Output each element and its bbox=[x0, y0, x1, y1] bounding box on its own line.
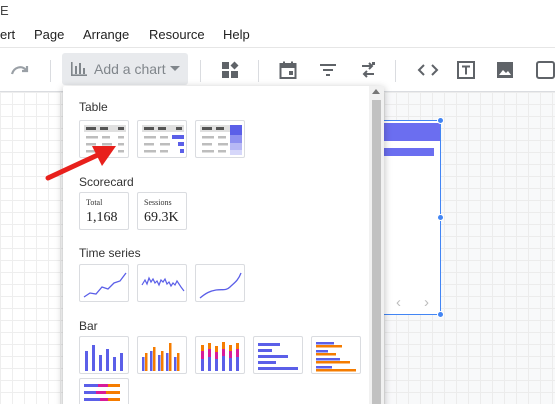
redo-icon bbox=[10, 66, 29, 75]
section-title-bar: Bar bbox=[79, 319, 98, 333]
code-icon bbox=[417, 64, 439, 76]
grouped-bar-thumbnail-icon bbox=[316, 342, 356, 372]
chart-option-stacked-column[interactable] bbox=[195, 336, 245, 374]
toolbar-divider bbox=[200, 60, 201, 82]
title-partial-text: E bbox=[0, 3, 9, 18]
resize-handle[interactable] bbox=[437, 117, 444, 124]
controls-icon bbox=[222, 61, 239, 78]
toolbar-divider bbox=[258, 60, 259, 82]
text-box-icon bbox=[457, 61, 475, 79]
chart-option-sparkline[interactable] bbox=[137, 264, 187, 302]
menu-page[interactable]: Page bbox=[34, 27, 64, 42]
toolbar-divider bbox=[395, 60, 396, 82]
scroll-up-icon[interactable] bbox=[372, 89, 380, 94]
date-range-button[interactable] bbox=[275, 56, 301, 84]
page-next-icon[interactable]: › bbox=[424, 294, 429, 311]
toolbar-divider bbox=[50, 60, 51, 82]
horizontal-bar-thumbnail-icon bbox=[258, 343, 298, 370]
section-title-table: Table bbox=[79, 100, 108, 114]
menu-arrange[interactable]: Arrange bbox=[83, 27, 129, 42]
sparkline-thumbnail-icon bbox=[141, 276, 185, 292]
stacked-bar-thumbnail-icon bbox=[84, 384, 120, 401]
add-control-button[interactable] bbox=[217, 56, 243, 84]
title-strip: E bbox=[0, 0, 555, 20]
chart-option-grouped-column[interactable] bbox=[137, 336, 187, 374]
menu-insert[interactable]: ert bbox=[0, 27, 15, 42]
chart-option-horizontal-bar[interactable] bbox=[253, 336, 303, 374]
redo-button[interactable] bbox=[6, 56, 34, 84]
scorecard-value: 69.3K bbox=[144, 210, 179, 225]
sort-arrows-icon bbox=[362, 62, 375, 78]
scorecard-value: 1,168 bbox=[86, 210, 118, 225]
chart-option-table-with-bars[interactable] bbox=[137, 120, 187, 158]
add-chart-button[interactable]: Add a chart bbox=[62, 53, 188, 85]
calendar-icon bbox=[279, 61, 297, 79]
menu-bar: ert Page Arrange Resource Help bbox=[0, 20, 555, 48]
text-box-button[interactable] bbox=[453, 56, 479, 84]
scorecard-label: Total bbox=[86, 198, 103, 207]
embed-url-button[interactable] bbox=[414, 56, 442, 84]
table-bars-thumbnail-icon bbox=[142, 125, 184, 153]
filter-icon bbox=[320, 64, 336, 76]
table-heatmap-thumbnail-icon bbox=[200, 125, 242, 155]
menu-help[interactable]: Help bbox=[223, 27, 250, 42]
time-series-thumbnail-icon bbox=[83, 272, 127, 298]
scorecard-label: Sessions bbox=[144, 198, 172, 207]
chart-type-menu: Table Scorecard Total 1,168 Sessions 69.… bbox=[63, 86, 384, 404]
chart-option-stacked-bar[interactable] bbox=[79, 378, 129, 404]
stacked-column-thumbnail-icon bbox=[201, 342, 239, 371]
chart-option-smoothed-time-series[interactable] bbox=[195, 264, 245, 302]
data-control-button[interactable] bbox=[355, 56, 381, 84]
menu-resource[interactable]: Resource bbox=[149, 27, 205, 42]
scrollbar-thumb[interactable] bbox=[372, 100, 381, 404]
chart-option-column[interactable] bbox=[79, 336, 129, 374]
app-root: E ert Page Arrange Resource Help Add a c… bbox=[0, 0, 555, 404]
image-icon bbox=[497, 62, 513, 78]
column-chart-thumbnail-icon bbox=[85, 345, 123, 371]
section-title-time-series: Time series bbox=[79, 246, 141, 260]
chart-option-scorecard-compact[interactable]: Sessions 69.3K bbox=[137, 192, 187, 230]
resize-handle[interactable] bbox=[437, 214, 444, 221]
red-pointer-arrow-icon bbox=[45, 146, 116, 181]
chart-option-table-heatmap[interactable] bbox=[195, 120, 245, 158]
bar-chart-icon bbox=[71, 62, 87, 76]
add-chart-label: Add a chart bbox=[94, 61, 166, 77]
filter-control-button[interactable] bbox=[315, 56, 341, 84]
resize-handle[interactable] bbox=[437, 311, 444, 318]
shape-button[interactable] bbox=[532, 56, 555, 84]
page-prev-icon[interactable]: ‹ bbox=[396, 294, 401, 311]
image-button[interactable] bbox=[492, 56, 518, 84]
chevron-down-icon bbox=[170, 66, 180, 71]
chart-option-time-series[interactable] bbox=[79, 264, 129, 302]
chart-option-grouped-bar[interactable] bbox=[311, 336, 361, 374]
smoothed-line-thumbnail-icon bbox=[199, 272, 242, 299]
grouped-column-thumbnail-icon bbox=[142, 343, 180, 371]
rectangle-shape-icon bbox=[536, 61, 555, 79]
chart-option-scorecard[interactable]: Total 1,168 bbox=[79, 192, 129, 230]
